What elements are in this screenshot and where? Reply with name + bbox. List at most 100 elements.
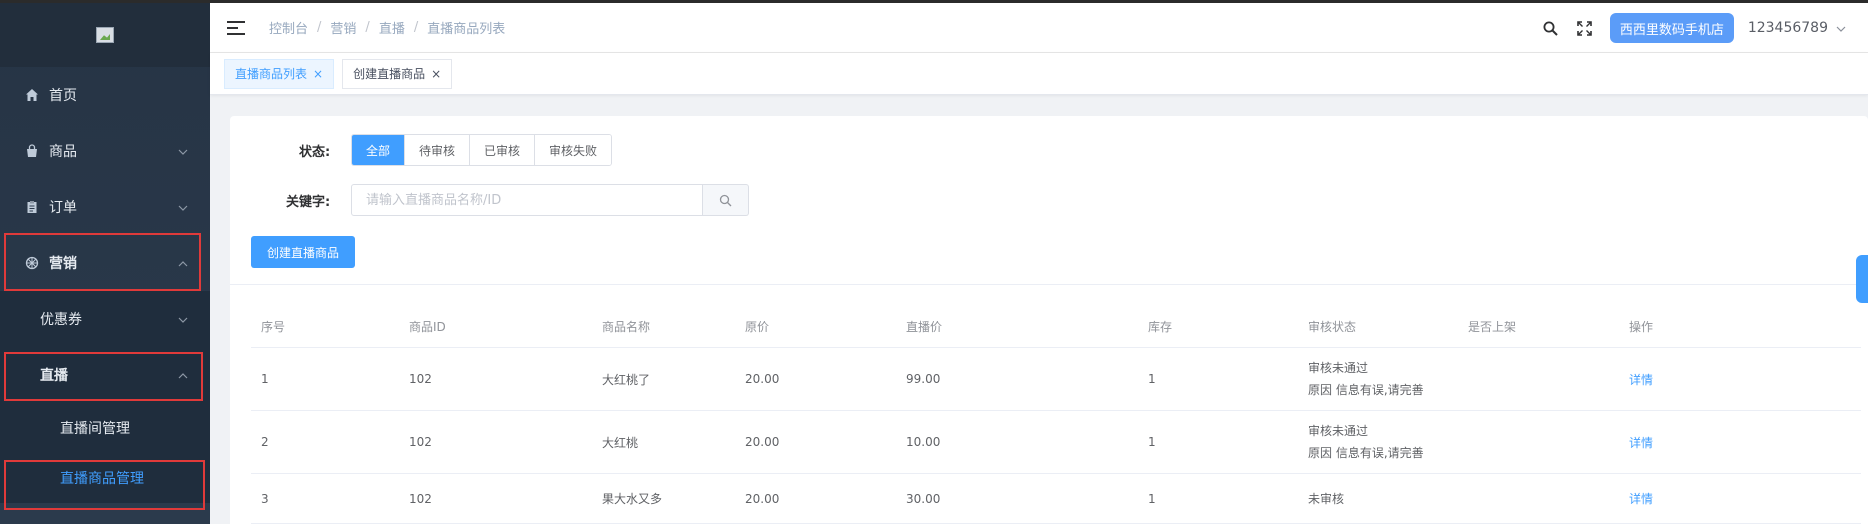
cell-price: 20.00 (745, 372, 780, 386)
cell-live-price: 10.00 (906, 435, 941, 449)
search-icon[interactable] (1542, 19, 1560, 37)
breadcrumb-separator: / (317, 20, 322, 35)
column-header: 操作 (1629, 320, 1654, 334)
sidebar-item-label: 商品 (49, 144, 77, 160)
sidebar-item-label: 首页 (49, 88, 77, 104)
status-option-pending[interactable]: 待审核 (405, 135, 471, 165)
sidebar: 首页 商品 订单 营销 优惠券 直播 直播间管理 直播商品管理 (0, 3, 210, 524)
breadcrumb-item-current: 直播商品列表 (427, 22, 506, 37)
cell-index: 2 (261, 435, 269, 449)
username[interactable]: 123456789 (1748, 20, 1828, 36)
cell-live-price: 99.00 (906, 372, 941, 386)
cell-goods-name: 大红桃了 (602, 372, 651, 387)
column-header: 直播价 (906, 320, 943, 334)
main-card: 状态: 全部 待审核 已审核 审核失败 关键字: 创建直播商品 序号 商品ID … (230, 116, 1868, 524)
sidebar-item-goods[interactable]: 商品 (0, 123, 210, 179)
cell-review-status: 审核未通过 原因 信息有误,请完善 (1298, 420, 1458, 464)
review-reason-text: 原因 信息有误,请完善 (1308, 383, 1424, 397)
chevron-down-icon (178, 312, 188, 326)
keyword-input[interactable] (351, 184, 703, 216)
sidebar-item-orders[interactable]: 订单 (0, 179, 210, 235)
tab-live-goods-list[interactable]: 直播商品列表 × (224, 58, 335, 89)
sidebar-item-home[interactable]: 首页 (0, 67, 210, 123)
sidebar-item-label: 优惠券 (40, 312, 82, 328)
create-live-goods-button[interactable]: 创建直播商品 (251, 236, 355, 268)
detail-link[interactable]: 详情 (1619, 371, 1819, 388)
breadcrumb-separator: / (413, 20, 419, 35)
table-row: 3 102 果大水又多 20.00 30.00 1 未审核 详情 (251, 474, 1861, 524)
cell-goods-id: 102 (409, 435, 432, 449)
cell-index: 1 (261, 372, 269, 386)
cell-stock: 1 (1148, 435, 1156, 449)
tab-create-live-goods[interactable]: 创建直播商品 × (342, 58, 453, 89)
table-row: 2 102 大红桃 20.00 10.00 1 审核未通过 原因 信息有误,请完… (251, 411, 1861, 474)
tab-label: 直播商品列表 (235, 67, 308, 81)
breadcrumb: 控制台 / 营销 / 直播 / 直播商品列表 (269, 18, 505, 37)
cell-price: 20.00 (745, 491, 780, 506)
shopping-bag-icon (24, 143, 40, 159)
column-header: 审核状态 (1308, 320, 1357, 334)
search-icon (719, 194, 732, 206)
tab-label: 创建直播商品 (353, 67, 426, 81)
review-status-text: 审核未通过 (1308, 424, 1369, 438)
table-row: 1 102 大红桃了 20.00 99.00 1 审核未通过 原因 信息有误,请… (251, 348, 1861, 411)
cell-index: 3 (261, 491, 269, 506)
chevron-up-icon (178, 256, 188, 270)
sidebar-item-label: 直播 (40, 368, 68, 384)
cell-stock: 1 (1148, 372, 1156, 386)
detail-link[interactable]: 详情 (1619, 490, 1819, 507)
fullscreen-icon[interactable] (1576, 19, 1594, 37)
side-drawer-handle[interactable] (1856, 255, 1868, 303)
top-navbar: 控制台 / 营销 / 直播 / 直播商品列表 西西里数码手机店 12345678… (210, 3, 1868, 53)
sidebar-item-live-goods[interactable]: 直播商品管理 (0, 453, 210, 503)
sidebar-item-live-room[interactable]: 直播间管理 (0, 403, 210, 453)
hamburger-menu-icon[interactable] (227, 20, 245, 35)
column-header: 是否上架 (1468, 320, 1517, 334)
cell-goods-name: 大红桃 (602, 435, 639, 450)
keyword-label: 关键字: (286, 194, 331, 210)
close-icon[interactable]: × (313, 67, 323, 81)
broken-image-icon (96, 27, 114, 43)
sidebar-item-label: 直播商品管理 (60, 471, 144, 487)
shop-switch-button[interactable]: 西西里数码手机店 (1609, 13, 1734, 43)
status-radio-group: 全部 待审核 已审核 审核失败 (351, 134, 613, 166)
review-status-text: 审核未通过 (1308, 361, 1369, 375)
breadcrumb-item[interactable]: 控制台 (269, 18, 308, 37)
breadcrumb-separator: / (365, 20, 370, 35)
sidebar-item-label: 直播间管理 (60, 421, 130, 437)
divider (230, 284, 1868, 285)
live-goods-table: 序号 商品ID 商品名称 原价 直播价 库存 审核状态 是否上架 操作 1 10… (251, 306, 1861, 524)
dharma-wheel-icon (24, 255, 40, 271)
keyword-filter-row: 关键字: (286, 184, 749, 216)
sidebar-item-coupons[interactable]: 优惠券 (0, 291, 210, 347)
status-filter-row: 状态: 全部 待审核 已审核 审核失败 (299, 134, 613, 166)
close-icon[interactable]: × (431, 67, 441, 81)
column-header: 原价 (745, 320, 770, 334)
sidebar-item-live[interactable]: 直播 (0, 347, 210, 403)
chevron-down-icon (178, 200, 188, 214)
breadcrumb-item[interactable]: 营销 (330, 18, 356, 37)
keyword-search-box (351, 184, 749, 216)
column-header: 商品名称 (602, 320, 651, 334)
chevron-up-icon (178, 368, 188, 382)
status-option-failed[interactable]: 审核失败 (535, 135, 612, 165)
sidebar-item-marketing[interactable]: 营销 (0, 235, 210, 291)
cell-goods-name: 果大水又多 (602, 492, 663, 506)
cell-price: 20.00 (745, 435, 780, 449)
logo[interactable] (0, 3, 210, 67)
review-reason-text: 原因 信息有误,请完善 (1308, 446, 1424, 460)
column-header: 商品ID (409, 320, 446, 334)
status-option-approved[interactable]: 已审核 (470, 135, 536, 165)
column-header: 库存 (1148, 320, 1173, 334)
marketing-submenu: 优惠券 直播 直播间管理 直播商品管理 (0, 291, 210, 503)
status-label: 状态: (299, 144, 331, 160)
chevron-down-icon[interactable] (1836, 22, 1846, 35)
search-button[interactable] (703, 184, 749, 216)
sidebar-item-label: 营销 (49, 256, 77, 272)
detail-link[interactable]: 详情 (1619, 434, 1819, 451)
clipboard-icon (24, 199, 40, 215)
cell-review-status: 审核未通过 原因 信息有误,请完善 (1298, 357, 1458, 401)
chevron-down-icon (178, 144, 188, 158)
status-option-all[interactable]: 全部 (352, 135, 406, 165)
breadcrumb-item[interactable]: 直播 (379, 18, 405, 37)
